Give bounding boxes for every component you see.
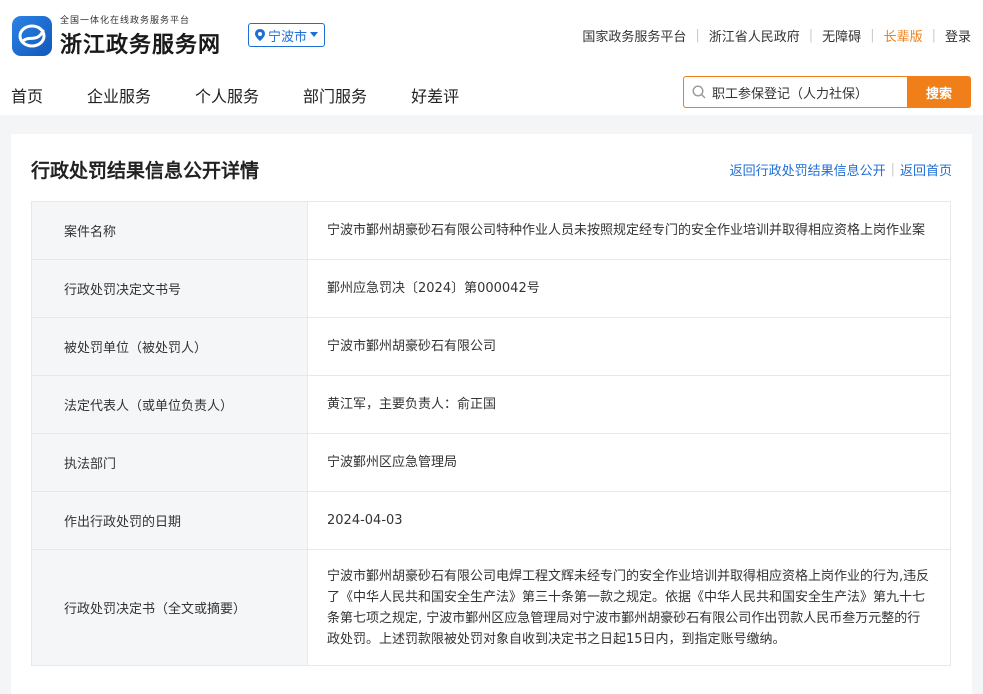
card-links: 返回行政处罚结果信息公开 | 返回首页 bbox=[730, 160, 952, 179]
search-input[interactable]: 职工参保登记（人力社保） bbox=[683, 76, 907, 108]
link-login[interactable]: 登录 bbox=[945, 26, 971, 45]
nav-item-personal[interactable]: 个人服务 bbox=[195, 83, 259, 107]
field-label: 行政处罚决定文书号 bbox=[31, 259, 308, 318]
field-value: 宁波市鄞州胡豪砂石有限公司电焊工程文辉未经专门的安全作业培训并取得相应资格上岗作… bbox=[307, 549, 951, 666]
table-row: 执法部门 宁波鄞州区应急管理局 bbox=[31, 433, 951, 492]
back-to-list-link[interactable]: 返回行政处罚结果信息公开 bbox=[730, 160, 886, 179]
divider: | bbox=[890, 162, 895, 177]
field-value: 宁波市鄞州胡豪砂石有限公司 bbox=[307, 317, 951, 376]
field-value: 宁波鄞州区应急管理局 bbox=[307, 433, 951, 492]
field-label: 案件名称 bbox=[31, 201, 308, 260]
table-row: 法定代表人（或单位负责人） 黄江军，主要负责人：俞正国 bbox=[31, 375, 951, 434]
divider: | bbox=[695, 28, 700, 43]
table-row: 行政处罚决定书（全文或摘要） 宁波市鄞州胡豪砂石有限公司电焊工程文辉未经专门的安… bbox=[31, 549, 951, 666]
detail-table: 案件名称 宁波市鄞州胡豪砂石有限公司特种作业人员未按照规定经专门的安全作业培训并… bbox=[31, 201, 951, 666]
nav-item-home[interactable]: 首页 bbox=[11, 83, 43, 107]
detail-card: 行政处罚结果信息公开详情 返回行政处罚结果信息公开 | 返回首页 案件名称 宁波… bbox=[11, 134, 972, 694]
nav-item-evaluation[interactable]: 好差评 bbox=[411, 83, 459, 107]
table-row: 作出行政处罚的日期 2024-04-03 bbox=[31, 491, 951, 550]
table-row: 被处罚单位（被处罚人） 宁波市鄞州胡豪砂石有限公司 bbox=[31, 317, 951, 376]
table-row: 案件名称 宁波市鄞州胡豪砂石有限公司特种作业人员未按照规定经专门的安全作业培训并… bbox=[31, 201, 951, 260]
field-label: 行政处罚决定书（全文或摘要） bbox=[31, 549, 308, 666]
divider: | bbox=[931, 28, 936, 43]
divider: | bbox=[808, 28, 814, 43]
link-accessibility[interactable]: 无障碍 bbox=[822, 26, 861, 45]
link-elder-mode[interactable]: 长辈版 bbox=[884, 26, 923, 45]
field-label: 被处罚单位（被处罚人） bbox=[31, 317, 308, 376]
link-national-platform[interactable]: 国家政务服务平台 bbox=[582, 26, 686, 45]
back-to-home-link[interactable]: 返回首页 bbox=[900, 160, 952, 179]
main-nav: 首页 企业服务 个人服务 部门服务 好差评 bbox=[11, 83, 503, 107]
field-value: 2024-04-03 bbox=[307, 491, 951, 550]
search-icon bbox=[692, 85, 706, 99]
city-label: 宁波市 bbox=[268, 29, 308, 45]
field-label: 执法部门 bbox=[31, 433, 308, 492]
logo-emblem-icon bbox=[12, 16, 52, 56]
field-value: 黄江军，主要负责人：俞正国 bbox=[307, 375, 951, 434]
brand-name: 浙江政务服务网 bbox=[60, 32, 222, 58]
site-header: 全国一体化在线政务服务平台 浙江政务服务网 宁波市 国家政务服务平台 | 浙江省… bbox=[0, 0, 983, 115]
field-value: 鄞州应急罚决〔2024〕第000042号 bbox=[307, 259, 951, 318]
field-label: 法定代表人（或单位负责人） bbox=[31, 375, 308, 434]
search-bar: 职工参保登记（人力社保） 搜索 bbox=[683, 76, 971, 108]
top-links: 国家政务服务平台 | 浙江省人民政府 | 无障碍 | 长辈版 | 登录 bbox=[582, 26, 971, 45]
nav-item-enterprise[interactable]: 企业服务 bbox=[87, 83, 151, 107]
site-logo[interactable]: 全国一体化在线政务服务平台 浙江政务服务网 bbox=[12, 13, 221, 59]
field-value: 宁波市鄞州胡豪砂石有限公司特种作业人员未按照规定经专门的安全作业培训并取得相应资… bbox=[307, 201, 951, 260]
location-pin-icon bbox=[255, 29, 265, 41]
brand-subtitle: 全国一体化在线政务服务平台 bbox=[60, 16, 191, 26]
link-provincial-gov[interactable]: 浙江省人民政府 bbox=[709, 26, 800, 45]
caret-down-icon bbox=[310, 32, 319, 37]
divider: | bbox=[870, 28, 875, 43]
nav-item-department[interactable]: 部门服务 bbox=[303, 83, 367, 107]
table-row: 行政处罚决定文书号 鄞州应急罚决〔2024〕第000042号 bbox=[31, 259, 951, 318]
search-button[interactable]: 搜索 bbox=[907, 76, 971, 108]
page-title: 行政处罚结果信息公开详情 bbox=[31, 160, 260, 182]
field-label: 作出行政处罚的日期 bbox=[31, 491, 308, 550]
city-selector[interactable]: 宁波市 bbox=[248, 23, 326, 47]
search-placeholder: 职工参保登记（人力社保） bbox=[712, 86, 869, 102]
